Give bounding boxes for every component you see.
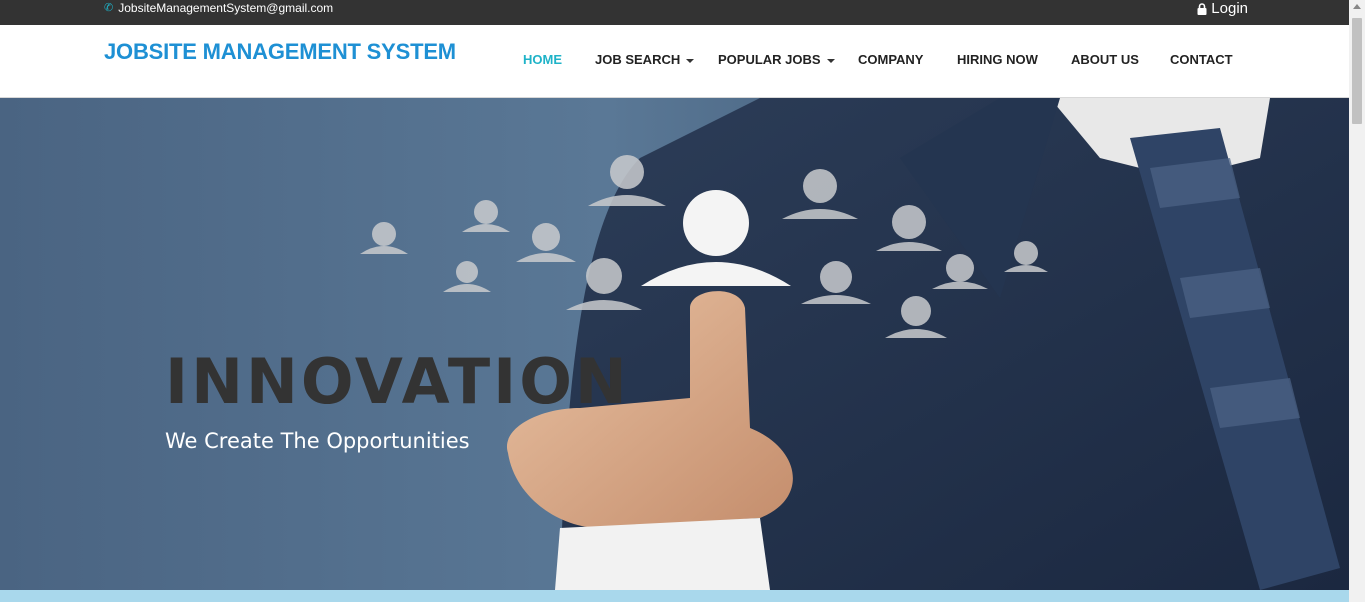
scroll-up-icon[interactable]: [1353, 4, 1361, 9]
main-navbar: JOBSITE MANAGEMENT SYSTEM HOME JOB SEARC…: [0, 25, 1349, 98]
lock-icon: [1197, 2, 1207, 15]
login-link[interactable]: Login: [1197, 0, 1248, 17]
nav-about-us[interactable]: ABOUT US: [1071, 52, 1139, 68]
nav-hiring-now[interactable]: HIRING NOW: [957, 52, 1038, 68]
nav-menu: HOME JOB SEARCH POPULAR JOBS COMPANY HIR…: [0, 52, 1349, 72]
contact-email: ✆ JobsiteManagementSystem@gmail.com: [104, 0, 333, 17]
nav-popular-jobs-label: POPULAR JOBS: [718, 52, 821, 67]
nav-home[interactable]: HOME: [523, 52, 562, 68]
top-bar: ✆ JobsiteManagementSystem@gmail.com Logi…: [0, 0, 1349, 25]
nav-company-label: COMPANY: [858, 52, 924, 67]
hero-title: INNOVATION: [165, 345, 630, 418]
login-label: Login: [1211, 0, 1248, 17]
hero-banner: INNOVATION We Create The Opportunities: [0, 98, 1349, 590]
nav-job-search-label: JOB SEARCH: [595, 52, 681, 67]
email-text: JobsiteManagementSystem@gmail.com: [118, 1, 334, 15]
nav-hiring-now-label: HIRING NOW: [957, 52, 1038, 67]
nav-job-search[interactable]: JOB SEARCH: [595, 52, 695, 68]
nav-home-label: HOME: [523, 52, 562, 67]
chevron-down-icon: [826, 58, 835, 63]
bottom-section-strip: [0, 590, 1349, 602]
hero-background-image: [0, 98, 1349, 590]
nav-company[interactable]: COMPANY: [858, 52, 923, 68]
phone-icon: ✆: [104, 2, 114, 14]
page-scrollbar[interactable]: [1349, 0, 1365, 602]
nav-contact[interactable]: CONTACT: [1170, 52, 1233, 68]
hero-subtitle: We Create The Opportunities: [165, 429, 470, 453]
nav-about-us-label: ABOUT US: [1071, 52, 1139, 67]
nav-contact-label: CONTACT: [1170, 52, 1233, 67]
chevron-down-icon: [686, 58, 695, 63]
scrollbar-thumb[interactable]: [1352, 18, 1362, 124]
nav-popular-jobs[interactable]: POPULAR JOBS: [718, 52, 835, 68]
